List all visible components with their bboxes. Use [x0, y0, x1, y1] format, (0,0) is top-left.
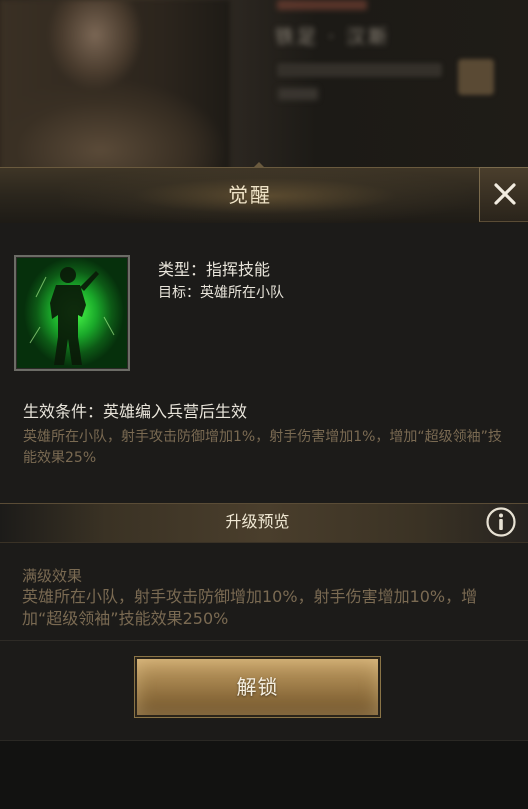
hero-bar-blurred [277, 63, 442, 77]
effect-condition: 生效条件：英雄编入兵营后生效 [23, 402, 248, 421]
hero-name-blurred: 铁足 · 汉斯 [275, 26, 391, 48]
skill-icon [14, 255, 130, 371]
background-hero-area: 铁足 · 汉斯 [0, 0, 528, 175]
hero-subtitle-blurred [277, 0, 367, 10]
max-level-description: 英雄所在小队，射手攻击防御增加10%，射手伤害增加10%，增加“超级领袖”技能效… [22, 587, 478, 628]
divider [0, 640, 528, 641]
unlock-button[interactable]: 解锁 [134, 656, 381, 718]
hero-portrait-blurred [0, 0, 230, 175]
close-button[interactable] [479, 167, 528, 222]
skill-description: 英雄所在小队，射手攻击防御增加1%，射手伤害增加1%，增加“超级领袖”技能效果2… [23, 429, 502, 466]
skill-target: 目标：英雄所在小队 [158, 285, 284, 301]
hero-small-text-blurred [278, 88, 318, 100]
hero-button-blurred [458, 59, 494, 95]
dialog-header: 觉醒 [0, 162, 528, 224]
info-icon [486, 507, 516, 537]
dialog-title: 觉醒 [228, 183, 272, 207]
info-button[interactable] [485, 506, 517, 538]
awaken-screen: 铁足 · 汉斯 觉醒 类型：指挥技能 目标：英雄所在小队 生效条件：英雄编入兵营… [0, 0, 528, 809]
close-icon [494, 183, 516, 205]
soldier-silhouette-icon [29, 267, 115, 365]
skill-type: 类型：指挥技能 [158, 260, 271, 279]
max-level-title: 满级效果 [22, 567, 83, 585]
unlock-button-label: 解锁 [236, 675, 279, 699]
upgrade-preview-title: 升级预览 [225, 512, 290, 531]
bottom-area [0, 740, 528, 809]
